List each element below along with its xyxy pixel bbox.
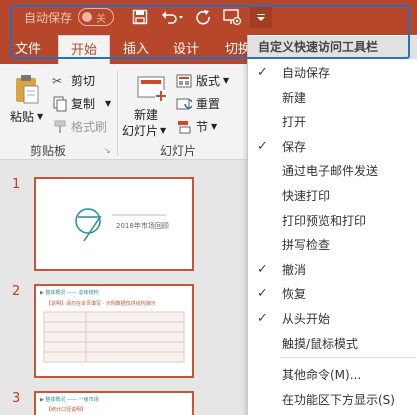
checkmark-icon: ✓ [257,65,268,80]
slide-1-subtitle: 2018年市场回顾 [116,222,169,230]
new-slide-icon[interactable] [132,72,172,106]
tab-home[interactable]: 开始 [58,35,110,64]
slides-group-label: 幻灯片 [160,144,197,158]
menu-item[interactable]: ✓ 从头开始 [248,307,417,331]
redo-icon[interactable] [193,6,213,28]
slide-panel: 1 2018年市场回顾 2 ▶ 整体概况 —— 总体结构 【说明】请勿在本页填写… [0,161,246,415]
menu-bar-icon [257,14,265,15]
autosave-state: 关 [96,14,106,25]
clipboard-group-label: 剪贴板 [30,144,67,158]
menu-item-label: 快速打印 [282,189,331,203]
menu-item[interactable]: 打印预览和打印 [248,209,417,233]
new-slide-button[interactable]: 幻灯片 ▼ [122,122,166,139]
checkmark-icon: ✓ [257,138,268,154]
checkmark-icon: ✓ [257,261,268,277]
slide-2-banner: 【说明】请勿在本页填写 · 示例数据仅供结构演示 [46,301,156,307]
chevron-down-icon: ▼ [223,76,230,85]
start-from-beginning-icon[interactable] [220,6,244,28]
reset-label: 重置 [196,97,221,111]
paste-icon[interactable] [10,72,44,106]
slide-3-heading: ▶ 整体概况 —— 一级市场 [40,397,99,403]
menu-item-label: 打印预览和打印 [282,213,367,228]
format-painter-label: 格式刷 [71,120,108,134]
copy-button[interactable]: 复制 ▼ [52,95,111,112]
menu-item[interactable]: 打开 [248,110,417,134]
menu-item[interactable]: ✓ 恢复 [248,282,417,306]
slide-2-heading: ▶ 整体概况 —— 总体结构 [40,290,99,296]
slide-thumbnail-1[interactable]: 2018年市场回顾 [34,177,194,271]
tab-insert[interactable]: 插入 [116,35,156,64]
copy-label: 复制 [71,97,96,111]
dialog-launcher-icon[interactable]: ↘ [104,146,111,155]
menu-item[interactable]: 拼写检查 [248,233,417,257]
menu-item-label: 恢复 [282,287,307,302]
slide-number: 3 [12,391,21,406]
paste-button[interactable]: 粘贴 ▼ [10,108,43,125]
slide-thumbnail-2[interactable]: ▶ 整体概况 —— 总体结构 【说明】请勿在本页填写 · 示例数据仅供结构演示 [34,284,194,378]
reset-button[interactable]: 重置 [176,95,220,112]
menu-item-label: 新建 [282,90,307,105]
checkmark-icon: ✓ [257,311,268,326]
undo-icon[interactable] [160,6,186,28]
format-painter-button[interactable]: 格式刷 [52,118,107,135]
cut-button[interactable]: ✂ 剪切 [52,72,95,89]
layout-button[interactable]: 版式 ▼ [176,72,229,89]
chevron-down-icon: ▼ [211,122,218,131]
menu-item-label: 从头开始 [282,312,331,326]
layout-label: 版式 [196,74,221,88]
layout-icon [176,74,192,87]
menu-header: 自定义快速访问工具栏 [248,36,417,59]
menu-item[interactable]: 新建 [248,86,417,110]
menu-item[interactable]: 通过电子邮件发送 [248,159,417,183]
customize-qat-menu: 自定义快速访问工具栏 ✓ 自动保存新建打开 ✓ 保存通过电子邮件发送 快速打印打印预览和… [247,35,417,415]
format-painter-icon [54,120,66,133]
tab-file[interactable]: 文件 [8,35,48,64]
chevron-down-icon: ▼ [105,99,112,108]
slide-3-banner: 【统计口径说明】 [46,407,87,413]
menu-item-label: 拼写检查 [282,238,331,253]
menu-item-more-commands[interactable]: 其他命令(M)... [248,363,417,387]
menu-item[interactable]: 触摸/鼠标模式 [248,332,417,356]
group-divider [117,70,118,156]
chevron-down-icon: ▼ [160,126,167,135]
cut-label: 剪切 [71,74,96,88]
menu-item-label: 撤消 [282,262,307,277]
new-slide-label-1[interactable]: 新建 [134,106,158,123]
paste-label: 粘贴 [10,110,35,124]
tab-design[interactable]: 设计 [166,35,206,64]
autosave-toggle[interactable]: 关 [78,8,114,26]
menu-item-label: 打开 [282,115,307,130]
slide-number: 1 [12,177,21,192]
menu-item-label: 触摸/鼠标模式 [282,336,359,351]
new-slide-label-2: 幻灯片 [122,124,159,138]
menu-item-label: 保存 [282,139,307,154]
save-icon[interactable] [130,6,150,28]
checkmark-icon: ✓ [257,286,268,302]
menu-item[interactable]: ✓ 自动保存 [248,61,417,85]
toggle-knob [82,12,92,22]
menu-item-show-below-ribbon[interactable]: 在功能区下方显示(S) [248,388,417,412]
menu-item[interactable]: 快速打印 [248,184,417,208]
chevron-down-icon: ▼ [37,112,44,121]
menu-separator [280,357,416,358]
title-bar: 自动保存 关 [0,0,417,35]
scissors-icon: ✂ [52,73,63,88]
reset-icon [176,98,192,109]
menu-item-label: 自动保存 [282,66,331,80]
customize-qat-button[interactable] [250,6,272,28]
menu-item-label: 通过电子邮件发送 [282,164,379,179]
slide-number: 2 [12,284,21,299]
section-icon [178,120,191,133]
section-button[interactable]: 节 ▼ [176,118,217,135]
copy-icon [53,96,67,111]
menu-item[interactable]: ✓ 撤消 [248,258,417,282]
slide-thumbnail-3[interactable]: ▶ 整体概况 —— 一级市场 【统计口径说明】 [34,391,194,415]
section-label: 节 [196,120,209,134]
menu-item[interactable]: ✓ 保存 [248,135,417,159]
autosave-label: 自动保存 [24,11,73,25]
chevron-down-icon [257,17,265,21]
